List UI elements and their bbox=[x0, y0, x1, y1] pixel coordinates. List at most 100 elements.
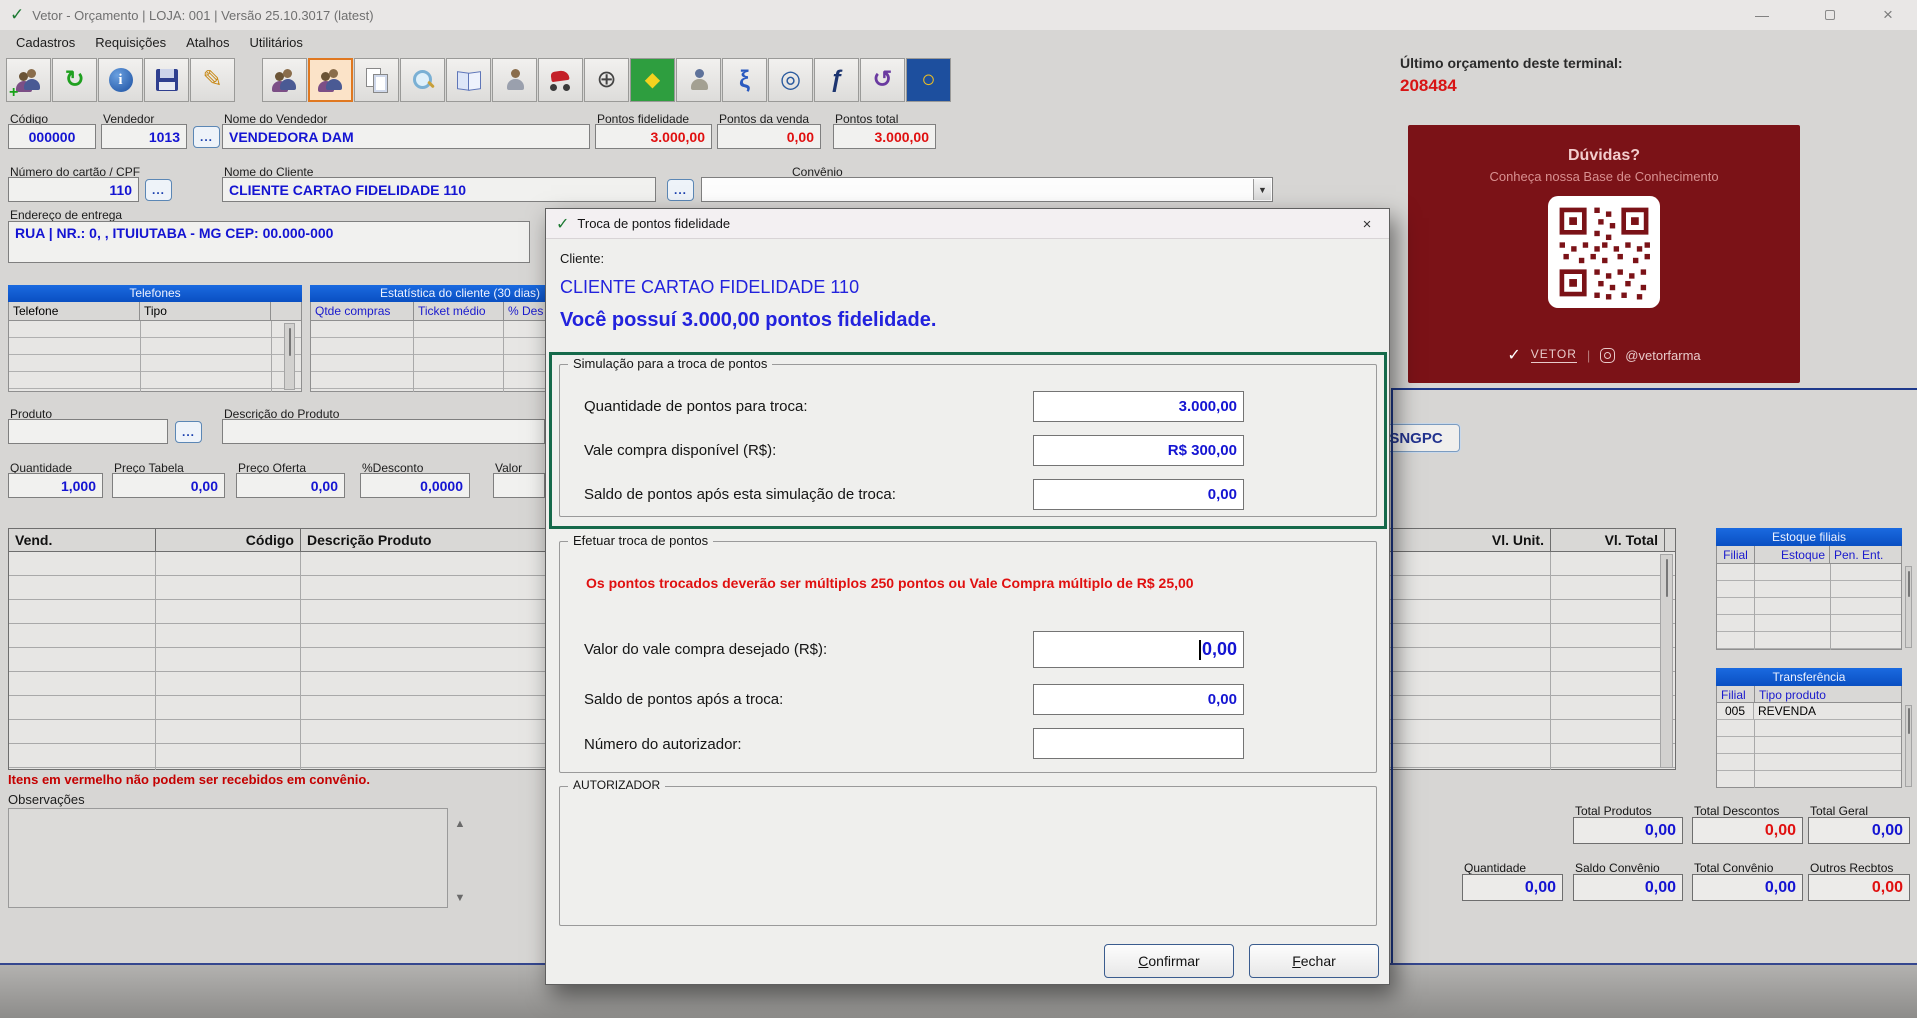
refresh-button[interactable]: ↻ bbox=[52, 58, 97, 102]
transferencia-body[interactable] bbox=[1716, 720, 1902, 788]
transferencia-row[interactable]: 005 REVENDA bbox=[1716, 703, 1902, 720]
dialog-title: Troca de pontos fidelidade bbox=[577, 216, 731, 231]
copy-document-button[interactable] bbox=[354, 58, 399, 102]
estatistica-body[interactable] bbox=[310, 321, 545, 392]
swirl-button[interactable]: ◎ bbox=[768, 58, 813, 102]
produto-lookup-button[interactable]: ... bbox=[175, 421, 202, 443]
ecommerce-button[interactable]: ⊕ bbox=[584, 58, 629, 102]
promo-divider: | bbox=[1586, 347, 1591, 363]
menu-cadastros[interactable]: Cadastros bbox=[6, 32, 85, 53]
fechar-button[interactable]: Fechar bbox=[1249, 944, 1379, 978]
saldo-apos-troca-input[interactable]: 0,00 bbox=[1033, 684, 1244, 715]
desconto-field[interactable]: 0,0000 bbox=[360, 473, 470, 498]
brazil-flag-icon: ◆ bbox=[644, 69, 661, 91]
menu-atalhos[interactable]: Atalhos bbox=[176, 32, 239, 53]
sim-pontos-troca-input[interactable]: 3.000,00 bbox=[1033, 391, 1244, 422]
total-produtos-field: 0,00 bbox=[1573, 817, 1683, 844]
valor-field[interactable] bbox=[493, 473, 545, 498]
pontos-total-field: 3.000,00 bbox=[833, 124, 936, 149]
convenio-combobox[interactable]: ▼ bbox=[701, 177, 1273, 202]
endereco-label: Endereço de entrega bbox=[10, 208, 123, 222]
customers-button[interactable] bbox=[262, 58, 307, 102]
vendedor-lookup-button[interactable]: ... bbox=[193, 126, 220, 148]
sim-saldo-apos-input[interactable]: 0,00 bbox=[1033, 479, 1244, 510]
edit-button[interactable]: ✎ bbox=[190, 58, 235, 102]
dialog-saldo-msg: Você possuí 3.000,00 pontos fidelidade. bbox=[560, 309, 937, 331]
vetor-brand: VETOR bbox=[1530, 347, 1577, 363]
last-budget-value: 208484 bbox=[1400, 76, 1457, 95]
dialog-cliente-label: Cliente: bbox=[560, 251, 605, 266]
telefones-body[interactable] bbox=[8, 321, 302, 392]
save-button[interactable] bbox=[144, 58, 189, 102]
nome-cliente-field[interactable]: CLIENTE CARTAO FIDELIDADE 110 bbox=[222, 177, 656, 202]
pontos-venda-field: 0,00 bbox=[717, 124, 821, 149]
valor-vale-desejado-input[interactable]: 0,00 bbox=[1033, 631, 1244, 668]
saldo-apos-troca-label: Saldo de pontos após a troca: bbox=[584, 691, 784, 708]
mobility-button[interactable] bbox=[676, 58, 721, 102]
add-client-button[interactable]: + bbox=[6, 58, 51, 102]
confirmar-button[interactable]: Confirmar bbox=[1104, 944, 1234, 978]
cartao-lookup-button[interactable]: ... bbox=[145, 179, 172, 201]
combo-arrow-icon[interactable]: ▼ bbox=[1253, 179, 1271, 200]
efetuar-warning: Os pontos trocados deverão ser múltiplos… bbox=[586, 575, 1194, 591]
numero-autorizador-input[interactable] bbox=[1033, 728, 1244, 759]
cliente-lookup-button[interactable]: ... bbox=[667, 179, 694, 201]
descricao-produto-field[interactable] bbox=[222, 419, 545, 444]
saldo-convenio-field: 0,00 bbox=[1573, 874, 1683, 901]
globe-cart-icon: ⊕ bbox=[596, 66, 617, 93]
telefones-scrollbar[interactable] bbox=[284, 323, 295, 390]
vendedor-field[interactable]: 1013 bbox=[101, 124, 187, 149]
codigo-field[interactable]: 000000 bbox=[8, 124, 96, 149]
estoque-scrollbar[interactable] bbox=[1905, 566, 1912, 648]
menu-utilitarios[interactable]: Utilitários bbox=[239, 32, 312, 53]
person-icon bbox=[501, 67, 529, 93]
catalog-button[interactable] bbox=[446, 58, 491, 102]
person-blue-icon bbox=[685, 67, 713, 93]
customer-button[interactable] bbox=[492, 58, 537, 102]
sync-arrows-icon: ↺ bbox=[872, 66, 893, 93]
menu-requisicoes[interactable]: Requisições bbox=[85, 32, 176, 53]
pontos-fidelidade-field: 3.000,00 bbox=[595, 124, 712, 149]
sim-vale-disponivel-input[interactable]: R$ 300,00 bbox=[1033, 435, 1244, 466]
observacoes-scroll-up[interactable]: ▲ bbox=[452, 816, 468, 832]
delivery-button[interactable] bbox=[538, 58, 583, 102]
dialog-close-button[interactable]: × bbox=[1345, 209, 1389, 239]
cartao-field[interactable]: 110 bbox=[8, 177, 139, 202]
customer-card-icon bbox=[317, 67, 345, 93]
search-button[interactable] bbox=[400, 58, 445, 102]
customer-card-search-button[interactable] bbox=[308, 58, 353, 102]
estoque-filiais-body[interactable] bbox=[1716, 564, 1902, 650]
observacoes-scroll-down[interactable]: ▼ bbox=[452, 890, 468, 906]
nome-vendedor-field[interactable]: VENDEDORA DAM bbox=[222, 124, 590, 149]
transferencia-scrollbar[interactable] bbox=[1905, 705, 1912, 787]
dialog-titlebar: ✓ Troca de pontos fidelidade bbox=[546, 209, 1389, 239]
brazil-flag-button[interactable]: ◆ bbox=[630, 58, 675, 102]
info-button[interactable]: i bbox=[98, 58, 143, 102]
refresh-icon: ↻ bbox=[64, 66, 85, 93]
restore-button[interactable] bbox=[1808, 0, 1852, 30]
minimize-button[interactable]: — bbox=[1740, 0, 1784, 30]
close-window-button[interactable]: × bbox=[1866, 0, 1910, 30]
sngpc-symbol-button[interactable]: ξ bbox=[722, 58, 767, 102]
formula-f-button[interactable]: ƒ bbox=[814, 58, 859, 102]
swirl-icon: ◎ bbox=[780, 66, 801, 93]
dialog-app-icon: ✓ bbox=[556, 215, 570, 233]
estatistica-panel: Estatística do cliente (30 dias) Qtde co… bbox=[310, 285, 545, 392]
telefones-title: Telefones bbox=[8, 285, 302, 302]
transferencia-title: Transferência bbox=[1716, 668, 1902, 686]
autorizador-groupbox: AUTORIZADOR bbox=[559, 778, 1377, 926]
outros-recbtos-field: 0,00 bbox=[1808, 874, 1910, 901]
produto-field[interactable] bbox=[8, 419, 168, 444]
ring-button[interactable]: ○ bbox=[906, 58, 951, 102]
preco-tabela-field[interactable]: 0,00 bbox=[112, 473, 225, 498]
sync-arrows-button[interactable]: ↺ bbox=[860, 58, 905, 102]
quantidade-field[interactable]: 1,000 bbox=[8, 473, 103, 498]
search-icon bbox=[411, 68, 435, 92]
window-titlebar: ✓ Vetor - Orçamento | LOJA: 001 | Versão… bbox=[0, 0, 1917, 30]
dialog-cliente-nome: CLIENTE CARTAO FIDELIDADE 110 bbox=[560, 277, 860, 297]
close-icon: × bbox=[1883, 5, 1893, 24]
save-icon bbox=[155, 69, 178, 91]
preco-oferta-field[interactable]: 0,00 bbox=[236, 473, 345, 498]
items-scrollbar[interactable] bbox=[1660, 554, 1673, 768]
observacoes-textarea[interactable] bbox=[8, 808, 448, 908]
